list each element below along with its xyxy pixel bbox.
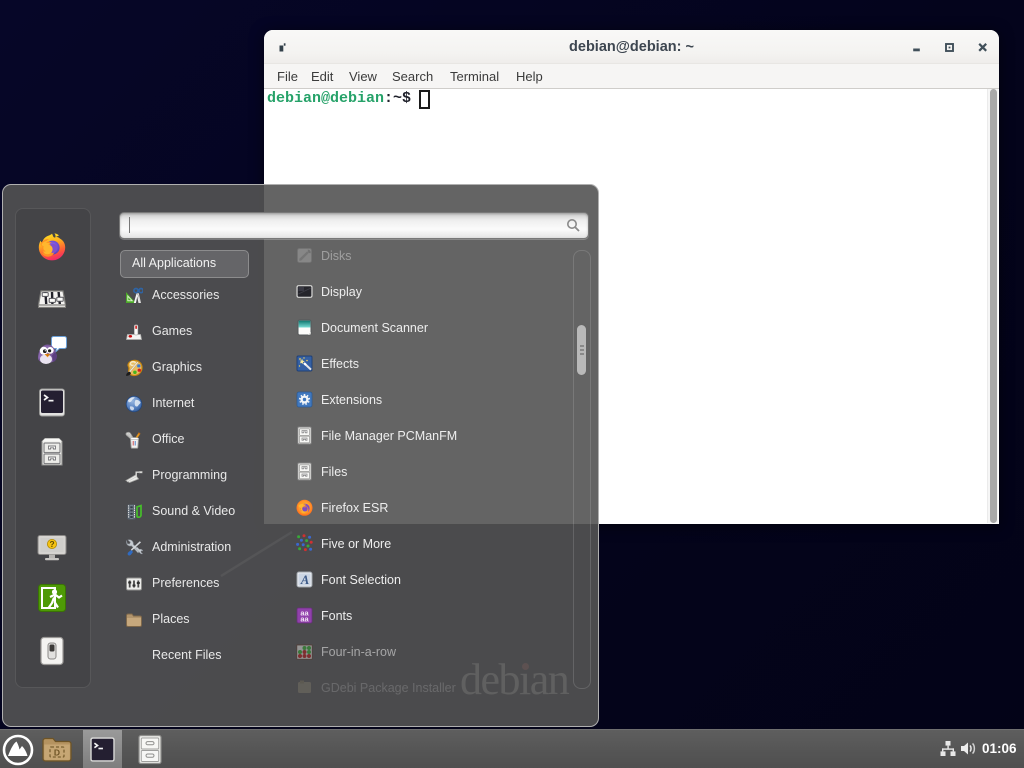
svg-text:?: ? xyxy=(49,539,54,549)
svg-text:A: A xyxy=(300,573,309,587)
svg-text:D: D xyxy=(54,748,60,758)
svg-text:aa: aa xyxy=(300,615,309,624)
